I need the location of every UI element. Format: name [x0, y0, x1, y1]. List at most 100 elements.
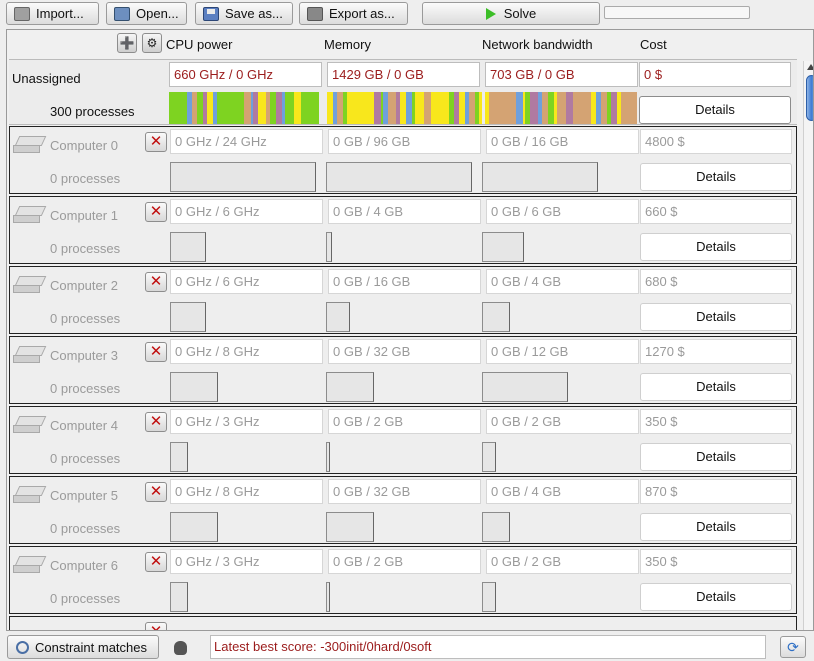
computer-cost-field: 350 $: [640, 409, 792, 434]
open-button[interactable]: Open...: [106, 2, 187, 25]
status-bar: Constraint matches Latest best score: -3…: [0, 632, 814, 661]
computer-assignment-panel: ➕ ⚙ CPU power Memory Network bandwidth C…: [6, 29, 814, 631]
delete-computer-icon[interactable]: ✕: [145, 342, 167, 362]
computer-network-capacity-bar: [482, 372, 568, 402]
computer-details-button[interactable]: Details: [640, 583, 792, 611]
import-icon: [14, 6, 30, 21]
computer-memory-capacity-bar: [326, 162, 472, 192]
process-stripe: [258, 92, 266, 124]
computer-row: Computer 4 0 processes ✕ 0 GHz / 3 GHz 0…: [9, 406, 797, 474]
process-stripe: [573, 92, 591, 124]
scroll-up-arrow-icon[interactable]: [807, 64, 813, 70]
magnifier-icon: [16, 640, 29, 654]
delete-computer-icon[interactable]: ✕: [145, 412, 167, 432]
computer-memory-field: 0 GB / 2 GB: [328, 409, 481, 434]
computer-memory-field: 0 GB / 2 GB: [328, 549, 481, 574]
computer-network-field: 0 GB / 2 GB: [486, 409, 639, 434]
column-cost: Cost: [640, 37, 667, 52]
process-stripe: [301, 92, 319, 124]
computer-details-button[interactable]: Details: [640, 373, 792, 401]
column-memory: Memory: [324, 37, 371, 52]
unassigned-details-button[interactable]: Details: [639, 96, 791, 124]
computer-row: Computer 0 0 processes ✕ 0 GHz / 24 GHz …: [9, 126, 797, 194]
export-as-button[interactable]: Export as...: [299, 2, 408, 25]
computer-process-count: 0 processes: [50, 311, 121, 326]
scrollbar-thumb[interactable]: [806, 75, 813, 121]
delete-computer-icon[interactable]: ✕: [145, 552, 167, 572]
computer-network-capacity-bar: [482, 582, 496, 612]
computer-row: Computer 5 0 processes ✕ 0 GHz / 8 GHz 0…: [9, 476, 797, 544]
computer-cpu-field: 0 GHz / 8 GHz: [170, 339, 323, 364]
computer-memory-field: 0 GB / 4 GB: [328, 199, 481, 224]
unassigned-cost-field: 0 $: [639, 62, 791, 87]
process-stripe: [374, 92, 381, 124]
process-stripe: [347, 92, 374, 124]
column-cpu-power: CPU power: [166, 37, 233, 52]
process-stripe: [388, 92, 396, 124]
computer-network-capacity-bar: [482, 302, 510, 332]
column-header: ➕ ⚙ CPU power Memory Network bandwidth C…: [7, 30, 797, 58]
delete-computer-icon[interactable]: ✕: [145, 202, 167, 222]
computer-process-count: 0 processes: [50, 591, 121, 606]
computer-details-button[interactable]: Details: [640, 163, 792, 191]
computer-cost-field: 680 $: [640, 269, 792, 294]
computer-row: Computer 2 0 processes ✕ 0 GHz / 6 GHz 0…: [9, 266, 797, 334]
computer-memory-capacity-bar: [326, 232, 332, 262]
save-icon: [203, 6, 219, 21]
import-button[interactable]: Import...: [6, 2, 99, 25]
add-computer-icon[interactable]: ➕: [117, 33, 137, 53]
vertical-scrollbar[interactable]: [803, 61, 813, 630]
computer-details-button[interactable]: Details: [640, 303, 792, 331]
solve-progress-bar: [604, 6, 750, 19]
computer-cpu-field: 0 GHz / 24 GHz: [170, 129, 323, 154]
process-stripe: [557, 92, 566, 124]
computer-process-count: 0 processes: [50, 521, 121, 536]
constraint-matches-button[interactable]: Constraint matches: [7, 635, 159, 659]
computer-process-count: 0 processes: [50, 171, 121, 186]
solve-button[interactable]: Solve: [422, 2, 600, 25]
computer-cpu-capacity-bar: [170, 582, 188, 612]
process-stripe: [217, 92, 244, 124]
process-stripe: [621, 92, 637, 124]
process-stripe: [431, 92, 449, 124]
computer-name: Computer 4: [50, 418, 118, 433]
delete-computer-icon[interactable]: ✕: [145, 622, 167, 630]
computer-icon: [13, 206, 47, 224]
computer-details-button[interactable]: Details: [640, 443, 792, 471]
unassigned-network-field: 703 GB / 0 GB: [485, 62, 638, 87]
computer-network-field: 0 GB / 4 GB: [486, 269, 639, 294]
computer-memory-capacity-bar: [326, 372, 374, 402]
process-stripe: [566, 92, 573, 124]
refresh-icon[interactable]: ⟳: [780, 636, 806, 658]
settings-icon[interactable]: ⚙: [142, 33, 162, 53]
computer-name: Computer 5: [50, 488, 118, 503]
computer-cost-field: 4800 $: [640, 129, 792, 154]
computer-details-button[interactable]: Details: [640, 513, 792, 541]
unassigned-network-process-bar: [485, 92, 637, 124]
computer-process-count: 0 processes: [50, 241, 121, 256]
computer-memory-field: 0 GB / 96 GB: [328, 129, 481, 154]
computer-cpu-capacity-bar: [170, 302, 206, 332]
computer-process-count: 0 processes: [50, 451, 121, 466]
computer-name: Computer 3: [50, 348, 118, 363]
delete-computer-icon[interactable]: ✕: [145, 272, 167, 292]
computer-cost-field: 350 $: [640, 549, 792, 574]
computer-row: Computer 6 0 processes ✕ 0 GHz / 3 GHz 0…: [9, 546, 797, 614]
computer-network-capacity-bar: [482, 162, 598, 192]
save-as-button[interactable]: Save as...: [195, 2, 293, 25]
process-stripe: [285, 92, 294, 124]
computer-details-button[interactable]: Details: [640, 233, 792, 261]
process-stripe: [516, 92, 523, 124]
computer-row-partial: ✕: [9, 616, 797, 630]
process-stripe: [489, 92, 516, 124]
bug-icon[interactable]: [174, 641, 187, 655]
computer-icon: [13, 556, 47, 574]
unassigned-cpu-field: 660 GHz / 0 GHz: [169, 62, 322, 87]
delete-computer-icon[interactable]: ✕: [145, 132, 167, 152]
computer-network-capacity-bar: [482, 512, 510, 542]
computer-network-field: 0 GB / 12 GB: [486, 339, 639, 364]
computer-icon: [13, 416, 47, 434]
process-stripe: [294, 92, 301, 124]
computer-network-capacity-bar: [482, 442, 496, 472]
delete-computer-icon[interactable]: ✕: [145, 482, 167, 502]
